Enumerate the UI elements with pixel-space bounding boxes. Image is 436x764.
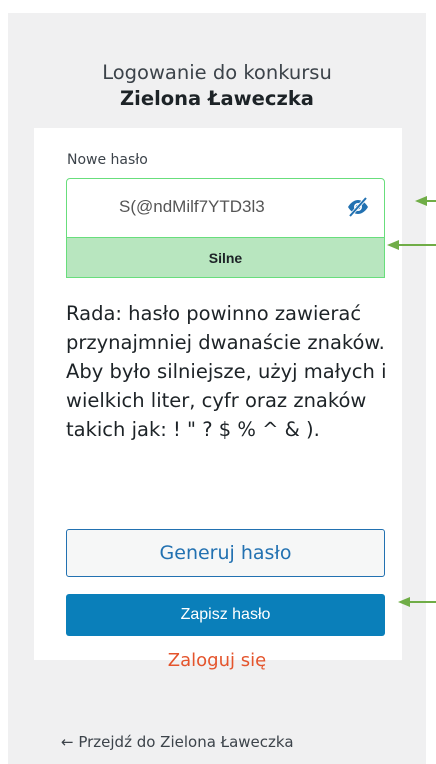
title-line-2: Zielona Ławeczka [120,87,314,110]
arrow-left-icon [387,240,436,250]
reset-password-form: Nowe hasło S(@ndMilf7YTD3l3 Silne Rada: … [34,128,402,660]
password-hint: Rada: hasło powinno zawierać przynajmnie… [66,302,387,441]
login-link[interactable]: Zaloguj się [8,650,426,671]
password-input[interactable]: S(@ndMilf7YTD3l3 [66,178,385,238]
arrow-left-icon [398,597,436,607]
arrow-left-icon [415,196,436,206]
login-page: Logowanie do konkursu Zielona Ławeczka N… [8,13,426,764]
eye-slash-icon[interactable] [346,195,370,219]
page-title: Logowanie do konkursu Zielona Ławeczka [8,60,426,112]
title-line-1: Logowanie do konkursu [102,61,332,84]
save-password-button[interactable]: Zapisz hasło [66,594,385,636]
password-value[interactable]: S(@ndMilf7YTD3l3 [119,197,265,217]
back-to-site-link[interactable]: ← Przejdź do Zielona Ławeczka [61,733,294,751]
password-label: Nowe hasło [67,152,148,168]
generate-password-button[interactable]: Generuj hasło [66,529,385,577]
password-strength-indicator: Silne [66,238,385,278]
